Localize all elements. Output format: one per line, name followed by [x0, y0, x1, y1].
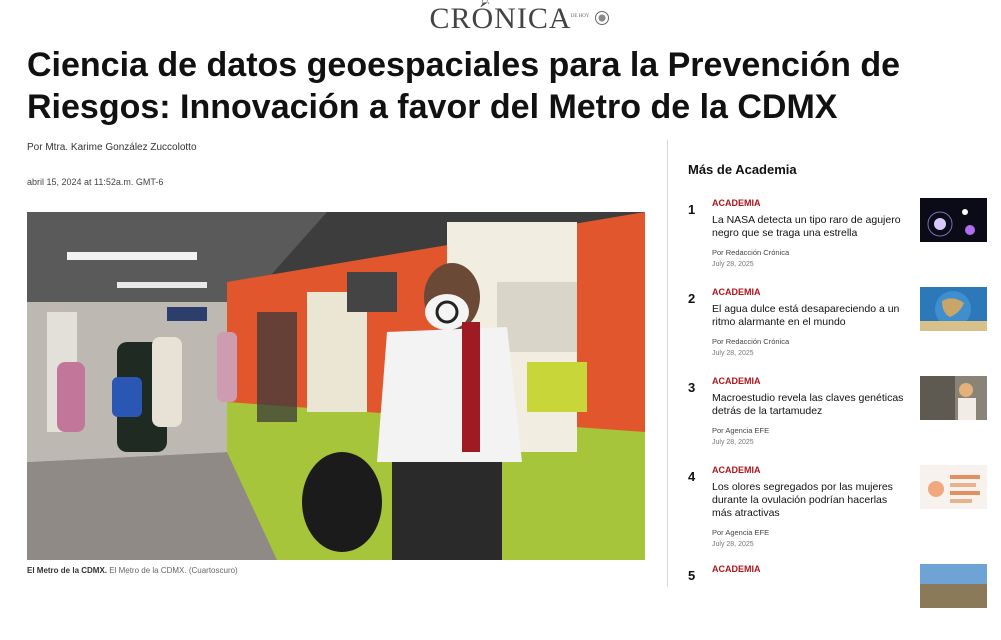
sidebar-title: Más de Academia: [688, 162, 797, 177]
article-byline[interactable]: Por Mtra. Karime González Zuccolotto: [27, 142, 197, 153]
sidebar-item-1[interactable]: 1 ACADEMIA La NASA detecta un tipo raro …: [688, 194, 988, 274]
item-author[interactable]: Por Redacción Crónica: [712, 248, 789, 257]
item-number: 4: [688, 469, 696, 484]
caption-text: El Metro de la CDMX. (Cuartoscuro): [107, 566, 238, 575]
item-title[interactable]: La NASA detecta un tipo raro de agujero …: [712, 214, 908, 240]
item-thumbnail[interactable]: [920, 376, 987, 420]
item-title[interactable]: El agua dulce está desapareciendo a un r…: [712, 303, 908, 329]
item-date: July 28, 2025: [712, 261, 754, 268]
sidebar-item-2[interactable]: 2 ACADEMIA El agua dulce está desapareci…: [688, 283, 988, 363]
article-date: abril 15, 2024 at 11:52a.m. GMT-6: [27, 177, 164, 187]
item-thumbnail[interactable]: [920, 564, 987, 608]
item-thumbnail[interactable]: [920, 198, 987, 242]
item-thumbnail[interactable]: [920, 287, 987, 331]
logo-wordmark: CRÓNICA: [429, 2, 572, 35]
item-number: 1: [688, 202, 696, 217]
item-date: July 28, 2025: [712, 439, 754, 446]
item-date: July 28, 2025: [712, 350, 754, 357]
item-section[interactable]: ACADEMIA: [712, 564, 761, 574]
sidebar-item-5[interactable]: 5 ACADEMIA: [688, 560, 988, 640]
item-author[interactable]: Por Redacción Crónica: [712, 337, 789, 346]
item-number: 3: [688, 380, 696, 395]
logo-tag-dehoy: DE HOY: [570, 14, 590, 19]
item-author[interactable]: Por Agencia EFE: [712, 528, 769, 537]
caption-lead: El Metro de la CDMX.: [27, 566, 108, 575]
sidebar-item-4[interactable]: 4 ACADEMIA Los olores segregados por las…: [688, 461, 988, 548]
item-section[interactable]: ACADEMIA: [712, 287, 761, 297]
column-divider: [667, 140, 668, 587]
item-section[interactable]: ACADEMIA: [712, 198, 761, 208]
article-title: Ciencia de datos geoespaciales para la P…: [27, 46, 901, 126]
item-title[interactable]: Los olores segregados por las mujeres du…: [712, 481, 908, 520]
item-date: July 28, 2025: [712, 541, 754, 548]
item-thumbnail[interactable]: [920, 465, 987, 509]
item-section[interactable]: ACADEMIA: [712, 465, 761, 475]
logo-tag-la: LA: [481, 0, 490, 6]
image-caption: El Metro de la CDMX. El Metro de la CDMX…: [27, 566, 238, 575]
item-section[interactable]: ACADEMIA: [712, 376, 761, 386]
item-title[interactable]: Macroestudio revela las claves genéticas…: [712, 392, 908, 418]
hero-image: [27, 212, 645, 560]
seal-icon: [595, 11, 609, 25]
item-number: 5: [688, 568, 696, 583]
site-logo[interactable]: LA CRÓNICA DE HOY: [0, 0, 1001, 38]
sidebar-item-3[interactable]: 3 ACADEMIA Macroestudio revela las clave…: [688, 372, 988, 452]
item-author[interactable]: Por Agencia EFE: [712, 426, 769, 435]
item-number: 2: [688, 291, 696, 306]
